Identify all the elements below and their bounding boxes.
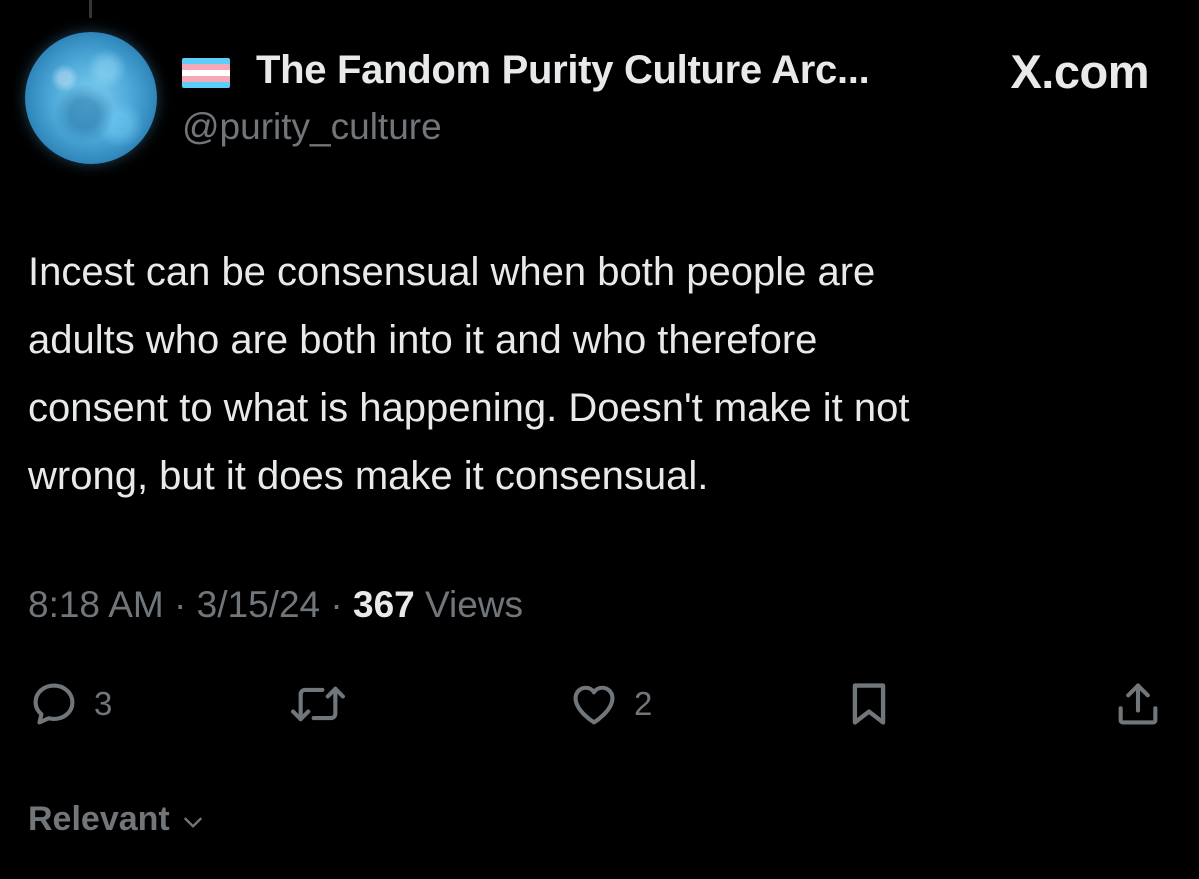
- tweet-date[interactable]: 3/15/24: [197, 584, 320, 625]
- site-watermark: X.com: [1010, 45, 1149, 98]
- replies-sort-label: Relevant: [28, 800, 170, 838]
- transgender-flag-icon: [182, 58, 230, 88]
- bookmark-button[interactable]: [843, 676, 895, 732]
- reply-count: 3: [94, 685, 113, 722]
- like-button[interactable]: 2: [568, 676, 652, 732]
- tweet-header: The Fandom Purity Culture Arc... @purity…: [182, 44, 1149, 164]
- like-count: 2: [634, 685, 653, 722]
- author-handle[interactable]: @purity_culture: [182, 106, 442, 148]
- share-icon: [1118, 683, 1158, 725]
- views-count: 367: [353, 584, 415, 625]
- chevron-down-icon: [183, 817, 202, 828]
- tweet-meta: 8:18 AM · 3/15/24 · 367 Views: [28, 584, 523, 626]
- meta-separator: ·: [330, 584, 343, 625]
- reply-icon: [33, 683, 75, 725]
- share-button[interactable]: [1112, 676, 1164, 732]
- avatar[interactable]: [25, 32, 157, 164]
- retweet-icon: [291, 686, 345, 722]
- thread-connector-line: [89, 0, 92, 18]
- replies-sort-dropdown[interactable]: Relevant: [28, 800, 206, 839]
- tweet-time[interactable]: 8:18 AM: [28, 584, 164, 625]
- author-display-name[interactable]: The Fandom Purity Culture Arc...: [256, 48, 870, 93]
- meta-separator: ·: [174, 584, 187, 625]
- heart-icon: [573, 685, 615, 725]
- tweet-text: Incest can be consensual when both peopl…: [28, 250, 910, 498]
- views-label: Views: [425, 584, 524, 625]
- bookmark-icon: [852, 683, 886, 725]
- retweet-button[interactable]: [287, 676, 349, 732]
- reply-button[interactable]: 3: [28, 676, 112, 732]
